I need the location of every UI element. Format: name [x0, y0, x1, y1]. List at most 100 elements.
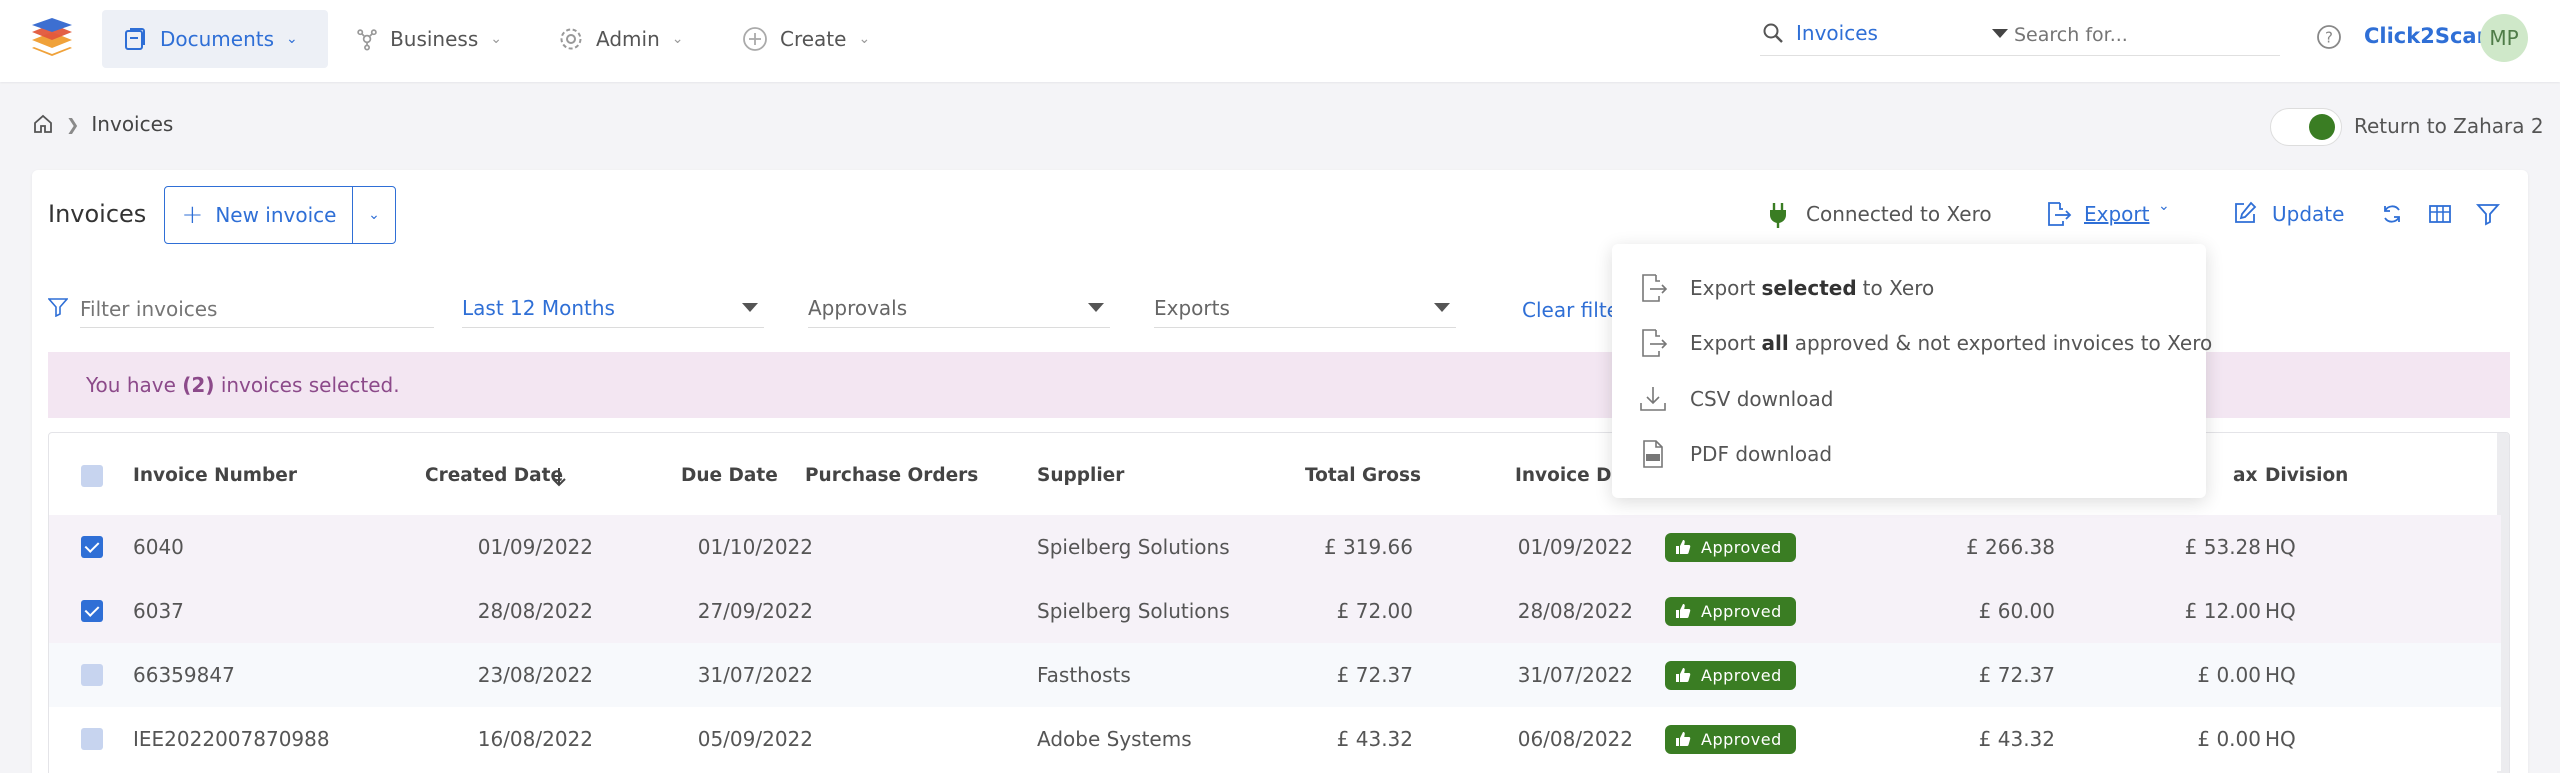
division: HQ — [2265, 663, 2296, 687]
page-title: Invoices — [48, 200, 147, 228]
help-icon[interactable]: ? — [2316, 24, 2342, 50]
menu-item-text: Export — [1690, 276, 1756, 300]
nav-business[interactable]: Business ⌄ — [336, 10, 522, 68]
supplier-link[interactable]: Fasthosts — [1037, 643, 1131, 707]
header-created-date[interactable]: Created Date — [425, 465, 563, 486]
app-logo-icon[interactable] — [28, 18, 76, 62]
table-row[interactable]: 66359847 23/08/2022 31/07/2022 Fasthosts £ 7… — [49, 643, 2501, 707]
global-search: Invoices — [1760, 18, 2280, 56]
status-badge: Approved — [1665, 532, 1796, 562]
status-label: Approved — [1701, 601, 1782, 621]
menu-item-text: PDF download — [1690, 442, 1833, 466]
header-tax[interactable]: ax — [2233, 465, 2257, 486]
filter-invoices-input[interactable] — [80, 290, 434, 328]
export-file-icon — [1642, 329, 1668, 357]
nav-admin[interactable]: Admin ⌄ — [538, 10, 710, 68]
invoice-date: 31/07/2022 — [1517, 663, 1633, 687]
thumbs-up-icon — [1676, 732, 1691, 746]
csv-download[interactable]: CSV download — [1638, 377, 1833, 421]
search-scope-select[interactable]: Invoices — [1796, 21, 1878, 45]
nav-create[interactable]: Create ⌄ — [722, 10, 894, 68]
table-row[interactable]: IEE2022007870988 16/08/2022 05/09/2022 Adob… — [49, 707, 2501, 771]
avatar[interactable]: MP — [2480, 14, 2528, 62]
menu-item-text: to Xero — [1862, 276, 1935, 300]
columns-icon[interactable] — [2428, 202, 2452, 226]
status-label: Approved — [1701, 537, 1782, 557]
due-date: 31/07/2022 — [697, 663, 813, 687]
thumbs-up-icon — [1676, 604, 1691, 618]
due-date: 01/10/2022 — [697, 535, 813, 559]
new-invoice-label: New invoice — [215, 203, 337, 227]
clear-filters-link[interactable]: Clear filte — [1522, 298, 1619, 322]
select-all-checkbox[interactable] — [81, 465, 103, 487]
division: HQ — [2265, 599, 2296, 623]
due-date: 05/09/2022 — [697, 727, 813, 751]
chevron-down-icon[interactable]: ⌄ — [2158, 198, 2170, 214]
refresh-icon[interactable] — [2380, 202, 2404, 226]
approvals-select[interactable]: Approvals — [808, 288, 1110, 328]
exports-select-value: Exports — [1154, 295, 1230, 320]
created-date: 16/08/2022 — [477, 727, 593, 751]
created-date: 01/09/2022 — [477, 535, 593, 559]
export-all-approved-to-xero[interactable]: Export all approved & not exported invoice… — [1638, 321, 2212, 365]
header-division[interactable]: Division — [2265, 465, 2348, 486]
table-row[interactable]: 6037 28/08/2022 27/09/2022 Spielberg Soluti… — [49, 579, 2501, 643]
menu-item-bold: all — [1761, 331, 1789, 355]
nav-admin-label: Admin — [596, 27, 660, 51]
net-amount: £ 60.00 — [1978, 599, 2055, 623]
scope-caret-icon[interactable] — [1992, 29, 2008, 38]
supplier-link[interactable]: Spielberg Solutions — [1037, 579, 1230, 643]
plus-circle-icon — [743, 27, 767, 51]
supplier-link[interactable]: Spielberg Solutions — [1037, 515, 1230, 579]
export-dropdown-menu: Export selected to Xero Export all approved … — [1612, 244, 2212, 498]
due-date: 27/09/2022 — [697, 599, 813, 623]
export-button[interactable]: Export — [2084, 202, 2149, 226]
total-gross: £ 319.66 — [1323, 535, 1413, 559]
nav-business-label: Business — [390, 27, 479, 51]
nav-documents[interactable]: Documents ⌄ — [102, 10, 328, 68]
home-icon[interactable] — [32, 113, 54, 135]
header-purchase-orders[interactable]: Purchase Orders — [805, 465, 978, 486]
header-due-date[interactable]: Due Date — [681, 465, 778, 486]
invoice-number-link[interactable]: 6040 — [133, 515, 184, 579]
chevron-down-icon: ⌄ — [490, 31, 502, 47]
filter-icon[interactable] — [2476, 202, 2500, 226]
header-total-gross[interactable]: Total Gross — [1305, 465, 1421, 486]
row-checkbox[interactable] — [81, 600, 103, 622]
update-button[interactable]: Update — [2272, 202, 2344, 226]
status-label: Approved — [1701, 729, 1782, 749]
exports-select[interactable]: Exports — [1154, 288, 1456, 328]
export-file-icon — [1642, 274, 1668, 302]
period-select[interactable]: Last 12 Months — [462, 288, 764, 328]
export-selected-to-xero[interactable]: Export selected to Xero — [1638, 266, 1934, 310]
search-input[interactable] — [2014, 18, 2274, 52]
chevron-down-icon: ⌄ — [671, 31, 684, 47]
sort-desc-icon[interactable] — [551, 466, 567, 488]
supplier-link[interactable]: Adobe Systems — [1037, 707, 1192, 771]
gear-icon — [560, 28, 582, 50]
breadcrumb-separator-icon: ❯ — [66, 114, 80, 134]
invoice-number-link[interactable]: 66359847 — [133, 643, 235, 707]
banner-prefix: You have — [86, 373, 183, 397]
header-supplier[interactable]: Supplier — [1037, 465, 1124, 486]
chevron-down-icon: ⌄ — [858, 31, 871, 47]
division: HQ — [2265, 727, 2296, 751]
new-invoice-dropdown-button[interactable]: ⌄ — [352, 186, 396, 244]
row-checkbox[interactable] — [81, 536, 103, 558]
pdf-download[interactable]: PDF download — [1638, 432, 1832, 476]
new-invoice-button[interactable]: + New invoice — [164, 186, 354, 244]
row-checkbox[interactable] — [81, 728, 103, 750]
brand-name: Click2Scan — [2364, 24, 2492, 48]
caret-down-icon — [1088, 303, 1104, 312]
table-row[interactable]: 6040 01/09/2022 01/10/2022 Spielberg Soluti… — [49, 515, 2501, 579]
invoice-date: 28/08/2022 — [1517, 599, 1633, 623]
export-icon — [2048, 202, 2072, 226]
banner-suffix: invoices selected. — [214, 373, 400, 397]
tax-amount: £ 53.28 — [2184, 535, 2261, 559]
return-toggle[interactable] — [2270, 108, 2342, 146]
invoice-number-link[interactable]: IEE2022007870988 — [133, 707, 330, 771]
header-invoice-number[interactable]: Invoice Number — [133, 465, 297, 486]
row-checkbox[interactable] — [81, 664, 103, 686]
menu-item-text: approved & not exported invoices to Xero — [1794, 331, 2213, 355]
invoice-number-link[interactable]: 6037 — [133, 579, 184, 643]
